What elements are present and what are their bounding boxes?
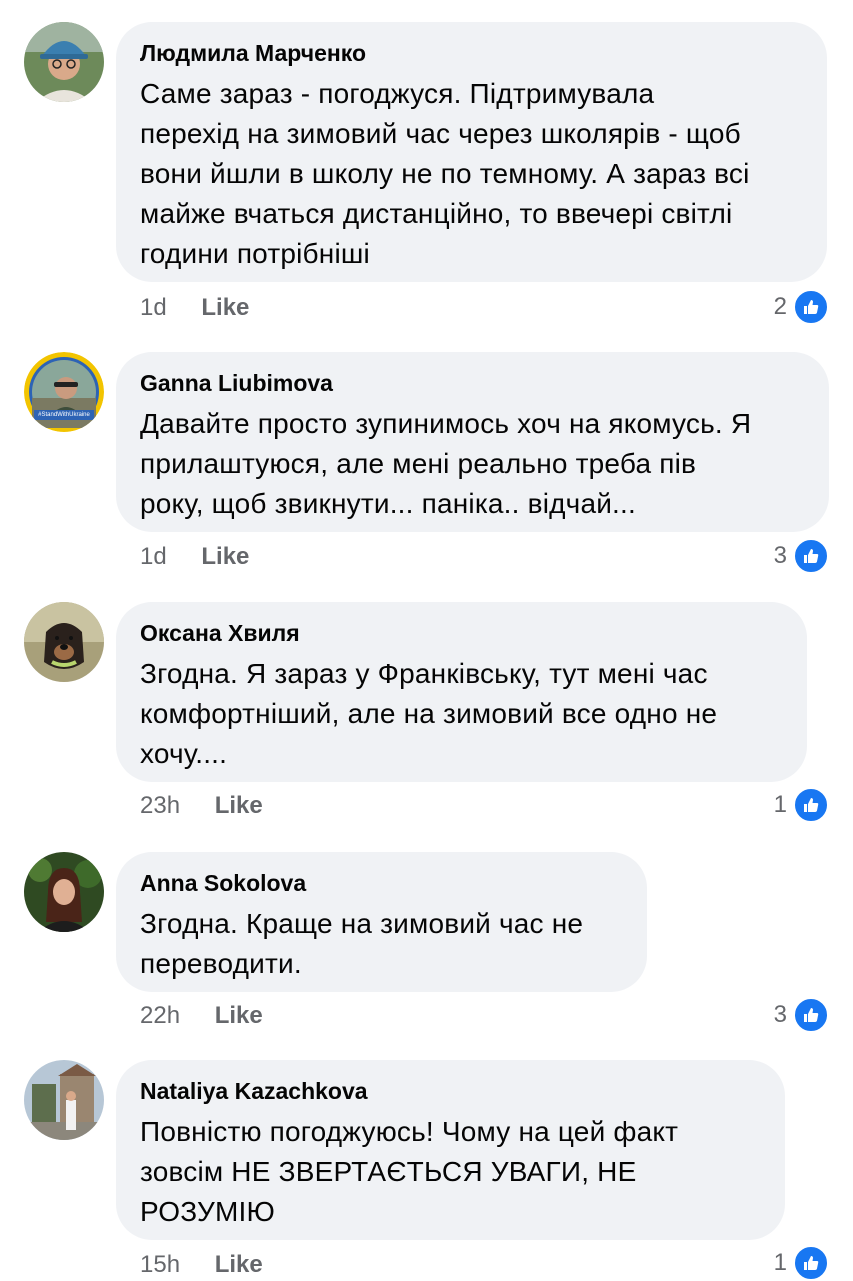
comment-timestamp[interactable]: 1d	[140, 542, 167, 572]
avatar-frame-text: #StandWithUkraine	[38, 412, 90, 418]
thumbs-up-icon	[793, 787, 829, 823]
reaction-summary[interactable]: 2	[773, 289, 829, 325]
avatar[interactable]	[24, 602, 104, 682]
comment-text: Згодна. Я зараз у Франківську, тут мені …	[140, 654, 783, 774]
reaction-summary[interactable]: 3	[773, 538, 829, 574]
comment-bubble: Anna Sokolova Згодна. Краще на зимовий ч…	[116, 852, 647, 992]
avatar[interactable]	[24, 22, 104, 102]
comment-text-line: Давайте просто зупинимось хоч на якомусь…	[140, 408, 752, 439]
reaction-count: 3	[773, 1001, 787, 1028]
thumbs-up-icon	[793, 538, 829, 574]
comment-author[interactable]: Anna Sokolova	[140, 868, 623, 898]
thumbs-up-icon	[793, 289, 829, 325]
comment-bubble: Nataliya Kazachkova Повністю погоджуюсь!…	[116, 1060, 785, 1240]
comment-bubble: Людмила Марченко Саме зараз - погоджуся.…	[116, 22, 827, 282]
thumbs-up-icon	[793, 997, 829, 1033]
reaction-summary[interactable]: 1	[773, 1245, 829, 1281]
comment-author[interactable]: Ganna Liubimova	[140, 368, 805, 398]
comment-text-line: переводити.	[140, 948, 302, 979]
comment-text-line: зовсім НЕ ЗВЕРТАЄТЬСЯ УВАГИ, НЕ	[140, 1156, 637, 1187]
comment-text-line: року, щоб звикнути... паніка.. відчай...	[140, 488, 636, 519]
comment-timestamp[interactable]: 1d	[140, 293, 167, 323]
avatar[interactable]	[24, 1060, 104, 1140]
user-photo-icon	[24, 352, 104, 432]
comment-meta: 15h Like	[140, 1250, 263, 1280]
comment-text: Згодна. Краще на зимовий час не переводи…	[140, 904, 623, 984]
dog-photo-icon	[24, 602, 104, 682]
reaction-summary[interactable]: 1	[773, 787, 829, 823]
comment-author[interactable]: Оксана Хвиля	[140, 618, 783, 648]
reaction-count: 2	[773, 293, 787, 320]
like-button[interactable]: Like	[215, 1001, 263, 1031]
avatar[interactable]	[24, 852, 104, 932]
comment-text: Давайте просто зупинимось хоч на якомусь…	[140, 404, 805, 524]
comment-bubble: Оксана Хвиля Згодна. Я зараз у Франківсь…	[116, 602, 807, 782]
comment-timestamp[interactable]: 23h	[140, 791, 180, 821]
reaction-count: 1	[773, 791, 787, 818]
comment-text-line: комфортніший, але на зимовий все одно не	[140, 698, 718, 729]
user-photo-icon	[24, 852, 104, 932]
user-photo-icon	[24, 22, 104, 102]
comment-meta: 22h Like	[140, 1001, 263, 1031]
reaction-summary[interactable]: 3	[773, 997, 829, 1033]
comment-text: Саме зараз - погоджуся. Підтримувала пер…	[140, 74, 803, 274]
comment-meta: 1d Like	[140, 293, 249, 323]
comment-text-line: перехід на зимовий час через школярів - …	[140, 118, 741, 149]
like-button[interactable]: Like	[215, 791, 263, 821]
comment-text-line: Згодна. Краще на зимовий час не	[140, 908, 584, 939]
comment-text-line: Повністю погоджуюсь! Чому на цей факт	[140, 1116, 679, 1147]
comment-meta: 23h Like	[140, 791, 263, 821]
comment-bubble: Ganna Liubimova Давайте просто зупинимос…	[116, 352, 829, 532]
avatar[interactable]: #StandWithUkraine	[24, 352, 104, 432]
comment-author[interactable]: Nataliya Kazachkova	[140, 1076, 761, 1106]
user-photo-icon	[24, 1060, 104, 1140]
comment-timestamp[interactable]: 22h	[140, 1001, 180, 1031]
thumbs-up-icon	[793, 1245, 829, 1281]
comment-text-line: хочу....	[140, 738, 228, 769]
comment-text-line: години потрібніші	[140, 238, 370, 269]
comment-meta: 1d Like	[140, 542, 249, 572]
comment-text-line: Саме зараз - погоджуся. Підтримувала	[140, 78, 655, 109]
comment-timestamp[interactable]: 15h	[140, 1250, 180, 1280]
reaction-count: 1	[773, 1249, 787, 1276]
comment-text-line: прилаштуюся, але мені реально треба пів	[140, 448, 697, 479]
like-button[interactable]: Like	[201, 542, 249, 572]
comment-text-line: майже вчаться дистанційно, то ввечері св…	[140, 198, 733, 229]
like-button[interactable]: Like	[215, 1250, 263, 1280]
comment-text-line: РОЗУМІЮ	[140, 1196, 276, 1227]
reaction-count: 3	[773, 542, 787, 569]
comment-text-line: Згодна. Я зараз у Франківську, тут мені …	[140, 658, 708, 689]
comment-text: Повністю погоджуюсь! Чому на цей факт зо…	[140, 1112, 761, 1232]
comment-text-line: вони йшли в школу не по темному. А зараз…	[140, 158, 750, 189]
comment-author[interactable]: Людмила Марченко	[140, 38, 803, 68]
like-button[interactable]: Like	[201, 293, 249, 323]
